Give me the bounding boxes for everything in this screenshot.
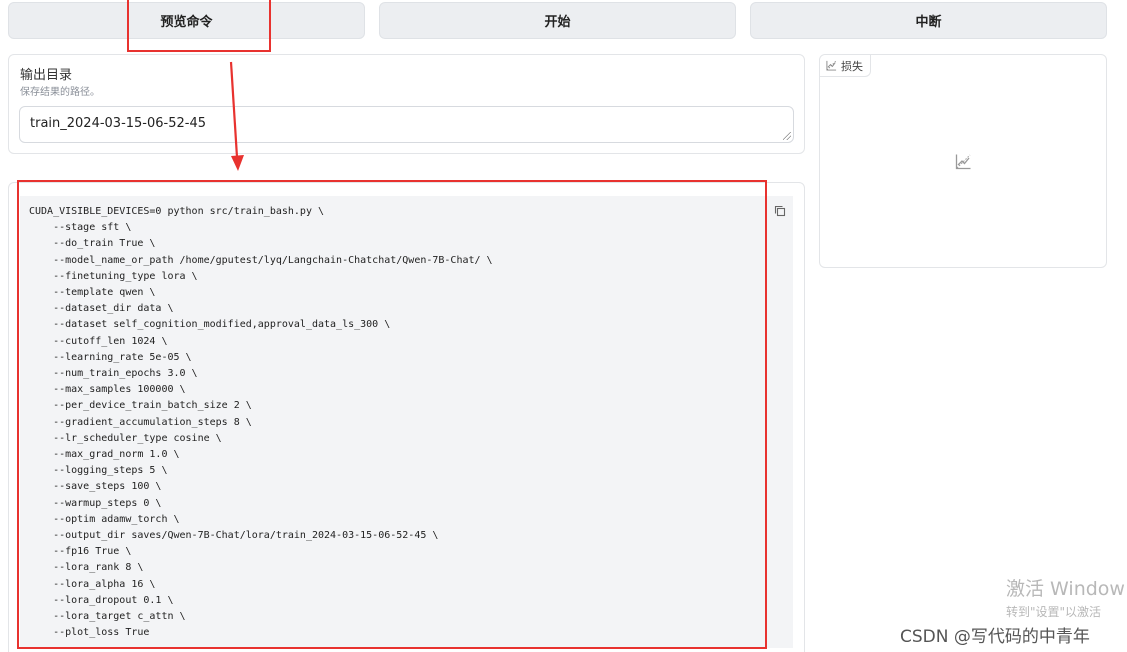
start-button[interactable]: 开始 xyxy=(379,2,736,39)
code-line: --cutoff_len 1024 \ xyxy=(29,335,168,347)
page: 预览命令 开始 中断 输出目录 保存结果的路径。 train_2024-03-1… xyxy=(0,0,1127,652)
interrupt-label: 中断 xyxy=(915,15,942,30)
copy-icon[interactable] xyxy=(774,205,786,217)
code-line: --lr_scheduler_type cosine \ xyxy=(29,432,222,444)
code-line: --logging_steps 5 \ xyxy=(29,465,168,477)
command-preview-code[interactable]: CUDA_VISIBLE_DEVICES=0 python src/train_… xyxy=(20,196,793,648)
command-preview-card: CUDA_VISIBLE_DEVICES=0 python src/train_… xyxy=(8,182,805,652)
code-line: --template qwen \ xyxy=(29,287,156,299)
chart-icon xyxy=(826,60,837,71)
code-line: --gradient_accumulation_steps 8 \ xyxy=(29,416,252,428)
code-line: --per_device_train_batch_size 2 \ xyxy=(29,400,252,412)
start-label: 开始 xyxy=(544,15,571,30)
code-line: CUDA_VISIBLE_DEVICES=0 python src/train_… xyxy=(29,206,325,217)
code-line: --save_steps 100 \ xyxy=(29,481,162,493)
output-dir-value: train_2024-03-15-06-52-45 xyxy=(30,116,207,131)
code-line: --stage sft \ xyxy=(29,222,132,234)
code-line: --output_dir saves/Qwen-7B-Chat/lora/tra… xyxy=(29,530,439,542)
code-line: --max_grad_norm 1.0 \ xyxy=(29,449,180,461)
code-line: --lora_alpha 16 \ xyxy=(29,578,156,590)
activation-watermark-subtitle: 转到"设置"以激活 xyxy=(1006,605,1102,619)
preview-command-label: 预览命令 xyxy=(160,15,213,30)
code-line: --plot_loss True xyxy=(29,627,150,639)
loss-plot-tab: 损失 xyxy=(820,55,871,77)
csdn-watermark: CSDN @写代码的中青年 xyxy=(900,627,1090,647)
code-line: --lora_target c_attn \ xyxy=(29,611,186,623)
code-line: --do_train True \ xyxy=(29,238,156,250)
code-line: --dataset self_cognition_modified,approv… xyxy=(29,319,391,331)
code-line: --learning_rate 5e-05 \ xyxy=(29,351,192,363)
interrupt-button[interactable]: 中断 xyxy=(750,2,1107,39)
activation-watermark-title: 激活 Window xyxy=(1006,578,1125,600)
loss-plot-card: 损失 xyxy=(819,54,1107,268)
output-dir-card: 输出目录 保存结果的路径。 train_2024-03-15-06-52-45 xyxy=(8,54,805,154)
output-dir-label: 输出目录 xyxy=(20,68,73,83)
code-line: --num_train_epochs 3.0 \ xyxy=(29,368,198,380)
code-line: --max_samples 100000 \ xyxy=(29,384,186,396)
code-line: --dataset_dir data \ xyxy=(29,303,174,315)
code-line: --optim adamw_torch \ xyxy=(29,513,180,525)
preview-command-button[interactable]: 预览命令 xyxy=(8,2,365,39)
code-line: --lora_rank 8 \ xyxy=(29,562,144,574)
output-dir-description: 保存结果的路径。 xyxy=(20,87,100,98)
code-lines: CUDA_VISIBLE_DEVICES=0 python src/train_… xyxy=(29,204,793,641)
loss-plot-tab-label: 损失 xyxy=(841,59,863,73)
code-line: --fp16 True \ xyxy=(29,546,132,558)
annotation-arrow xyxy=(229,61,244,171)
code-line: --model_name_or_path /home/gputest/lyq/L… xyxy=(29,254,493,266)
output-dir-input[interactable]: train_2024-03-15-06-52-45 xyxy=(19,106,794,143)
resize-grip-icon[interactable] xyxy=(783,132,791,140)
code-line: --finetuning_type lora \ xyxy=(29,270,198,282)
empty-plot-icon xyxy=(955,154,971,170)
code-line: --warmup_steps 0 \ xyxy=(29,497,162,509)
code-line: --lora_dropout 0.1 \ xyxy=(29,594,174,606)
